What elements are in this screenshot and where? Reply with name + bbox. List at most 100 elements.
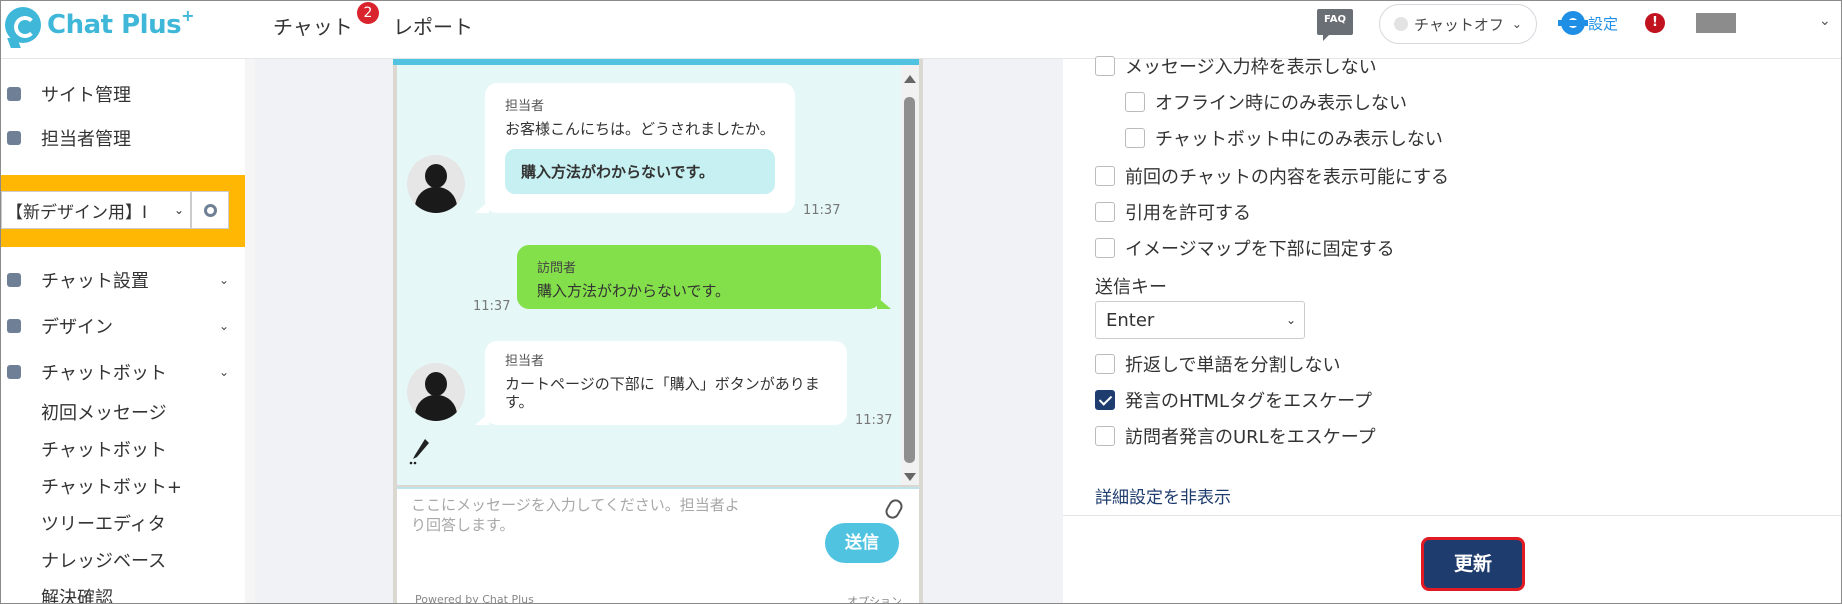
alert-icon[interactable]: ! (1645, 13, 1665, 33)
sidebar-item-design[interactable]: デザイン ⌄ (1, 309, 245, 343)
agent-avatar (407, 363, 465, 421)
user-avatar[interactable] (1696, 13, 1736, 33)
chatplus-logo[interactable]: Chat Plus + (5, 5, 194, 45)
message-time: 11:37 (803, 203, 841, 218)
setting-imagemap-fixed-row[interactable]: イメージマップを下部に固定する (1095, 235, 1395, 261)
sidebar-subitem-chatbot-plus[interactable]: チャットボット+ (41, 473, 182, 499)
sidebar-subitem-resolution-check[interactable]: 解決確認 (41, 584, 113, 603)
sidebar-subitem-chatbot[interactable]: チャットボット (41, 436, 167, 462)
top-header: Chat Plus + チャット 2 レポート FAQ チャットオフ ⌄ 設定 … (1, 1, 1841, 59)
nav-chat[interactable]: チャット (273, 11, 353, 40)
checkbox[interactable] (1095, 202, 1115, 222)
sidebar-item-label: 担当者管理 (41, 129, 131, 150)
update-button[interactable]: 更新 (1421, 537, 1525, 591)
hide-details-link[interactable]: 詳細設定を非表示 (1095, 483, 1231, 508)
sidebar-item-operator-admin[interactable]: 担当者管理 (1, 121, 245, 155)
setting-label: 発言のHTMLタグをエスケープ (1125, 391, 1373, 412)
logo-icon (5, 7, 41, 43)
chevron-down-icon: ⌄ (219, 273, 230, 287)
sidebar: サイト管理 担当者管理 【新デザイン用】I ⌄ チャット設置 ⌄ デザイン ⌄ (1, 59, 245, 603)
message-sender: 担当者 (505, 99, 545, 114)
visitor-message-bubble: 訪問者 購入方法がわからないです。 (517, 245, 891, 309)
checkbox-checked[interactable] (1095, 390, 1115, 410)
site-settings-button[interactable] (191, 191, 229, 229)
agent-avatar (407, 155, 465, 213)
logo-text: Chat Plus (47, 10, 182, 40)
chevron-down-icon: ⌄ (1511, 17, 1522, 31)
sidebar-subitem-knowledge-base[interactable]: ナレッジベース (41, 547, 166, 573)
app-frame: Chat Plus + チャット 2 レポート FAQ チャットオフ ⌄ 設定 … (0, 0, 1842, 604)
sidebar-subitem-first-message[interactable]: 初回メッセージ (41, 399, 167, 425)
message-text: 購入方法がわからないです。 (537, 282, 731, 300)
sidebar-item-label: チャットボット (41, 363, 167, 384)
scroll-down-icon[interactable] (904, 473, 916, 481)
setting-offline-only-row[interactable]: オフライン時にのみ表示しない (1125, 89, 1407, 115)
chat-status-dropdown[interactable]: チャットオフ ⌄ (1379, 4, 1537, 44)
send-key-select[interactable]: Enter ⌄ (1095, 301, 1305, 339)
setting-label: チャットボット中にのみ表示しない (1155, 129, 1443, 150)
faq-icon[interactable]: FAQ (1317, 9, 1353, 41)
tools-icon (7, 273, 21, 287)
settings-link[interactable]: 設定 (1558, 11, 1619, 35)
checkbox[interactable] (1095, 426, 1115, 446)
send-key-label: 送信キー (1095, 277, 1167, 298)
sidebar-subitem-tree-editor[interactable]: ツリーエディタ (41, 510, 166, 536)
setting-label: オフライン時にのみ表示しない (1155, 93, 1407, 114)
nav-report[interactable]: レポート (393, 11, 473, 40)
settings-label: 設定 (1588, 14, 1619, 33)
site-select-value: 【新デザイン用】I (6, 202, 148, 223)
chevron-down-icon: ⌄ (219, 365, 230, 379)
pen-icon (409, 439, 429, 465)
setting-label: 前回のチャットの内容を表示可能にする (1125, 167, 1449, 188)
site-select[interactable]: 【新デザイン用】I ⌄ (1, 191, 191, 229)
setting-label: 引用を許可する (1125, 203, 1251, 224)
chat-input-placeholder[interactable]: ここにメッセージを入力してください。担当者より回答します。 (411, 495, 741, 535)
send-key-value: Enter (1106, 309, 1155, 331)
setting-chatbot-only-row[interactable]: チャットボット中にのみ表示しない (1125, 125, 1443, 151)
sidebar-item-chat-setup[interactable]: チャット設置 ⌄ (1, 263, 245, 297)
message-sender: 訪問者 (537, 261, 577, 276)
message-text: お客様こんにちは。どうされましたか。 (505, 120, 775, 138)
checkbox[interactable] (1095, 238, 1115, 258)
message-sender: 担当者 (505, 354, 545, 369)
checkbox[interactable] (1125, 128, 1145, 148)
gear-icon (1558, 11, 1588, 35)
message-text: カートページの下部に「購入」ボタンがあります。 (505, 375, 820, 411)
message-time: 11:37 (855, 413, 893, 428)
chevron-down-icon: ⌄ (173, 203, 184, 217)
status-label: チャットオフ (1414, 15, 1504, 34)
status-dot-icon (1394, 17, 1408, 31)
sidebar-item-label: チャット設置 (41, 271, 149, 292)
powered-by-text: Powered by Chat Plus (415, 593, 534, 604)
setting-label: 訪問者発言のURLをエスケープ (1125, 427, 1376, 448)
checkbox[interactable] (1095, 166, 1115, 186)
setting-show-previous-row[interactable]: 前回のチャットの内容を表示可能にする (1095, 163, 1449, 189)
chevron-down-icon[interactable]: ⌄ (1819, 13, 1831, 29)
scroll-up-icon[interactable] (904, 75, 916, 83)
message-time: 11:37 (473, 299, 511, 314)
gear-icon (204, 204, 217, 217)
users-icon (7, 131, 21, 145)
sidebar-item-site-admin[interactable]: サイト管理 (1, 77, 245, 111)
option-link[interactable]: オプション (847, 593, 902, 603)
gear-icon (7, 87, 21, 101)
logo-plus: + (181, 5, 195, 25)
setting-escape-html-row[interactable]: 発言のHTMLタグをエスケープ (1095, 387, 1372, 413)
setting-label: イメージマップを下部に固定する (1125, 239, 1395, 260)
send-button[interactable]: 送信 (825, 523, 899, 563)
chat-icon (7, 365, 21, 379)
setting-hide-input-row[interactable]: メッセージ入力枠を表示しない (1095, 53, 1377, 79)
chat-count-badge: 2 (357, 2, 379, 24)
sidebar-item-chatbot[interactable]: チャットボット ⌄ (1, 355, 245, 389)
quick-reply-button[interactable]: 購入方法がわからないです。 (505, 149, 775, 194)
chat-scroll-thumb[interactable] (904, 97, 915, 463)
setting-no-word-split-row[interactable]: 折返しで単語を分割しない (1095, 351, 1340, 377)
sidebar-scrollbar[interactable] (245, 59, 255, 603)
checkbox[interactable] (1125, 92, 1145, 112)
checkbox[interactable] (1095, 354, 1115, 374)
setting-escape-url-row[interactable]: 訪問者発言のURLをエスケープ (1095, 423, 1376, 449)
checkbox[interactable] (1095, 56, 1115, 76)
agent-message-bubble: 担当者 カートページの下部に「購入」ボタンがあります。 (475, 341, 847, 425)
setting-allow-quote-row[interactable]: 引用を許可する (1095, 199, 1251, 225)
chevron-down-icon: ⌄ (219, 319, 230, 333)
